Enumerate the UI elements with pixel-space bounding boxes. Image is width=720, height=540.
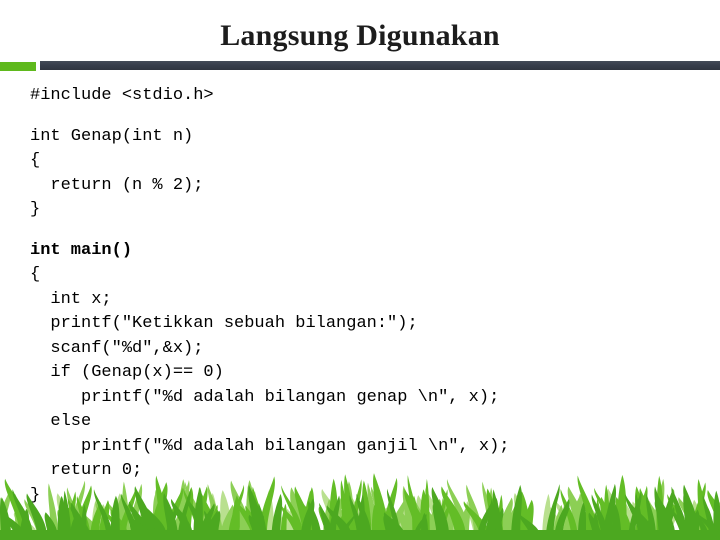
code-line: { bbox=[30, 151, 41, 170]
code-line: #include <stdio.h> bbox=[30, 86, 214, 105]
code-line: scanf("%d",&x); bbox=[30, 338, 204, 358]
code-line: } bbox=[30, 200, 41, 219]
grass-illustration bbox=[0, 473, 720, 540]
title-divider bbox=[0, 61, 720, 71]
grass-footer bbox=[0, 462, 720, 540]
page-title: Langsung Digunakan bbox=[220, 19, 500, 52]
code-line: int main() bbox=[30, 240, 133, 260]
code-line: if (Genap(x)== 0) bbox=[30, 363, 224, 382]
divider-bar bbox=[40, 61, 720, 70]
code-line: else bbox=[30, 412, 92, 431]
code-block: #include <stdio.h> int Genap(int n) { retu… bbox=[30, 84, 720, 508]
code-line: printf("Ketikkan sebuah bilangan:"); bbox=[30, 314, 418, 333]
code-line: return (n % 2); bbox=[30, 175, 204, 195]
code-line: int x; bbox=[30, 289, 112, 309]
grass-base bbox=[0, 530, 720, 540]
code-line: int Genap(int n) bbox=[30, 126, 194, 146]
code-line: { bbox=[30, 265, 41, 284]
code-line: printf("%d adalah bilangan ganjil \n", x… bbox=[30, 436, 510, 456]
code-line: printf("%d adalah bilangan genap \n", x)… bbox=[30, 387, 500, 407]
divider-accent-block bbox=[0, 62, 36, 71]
